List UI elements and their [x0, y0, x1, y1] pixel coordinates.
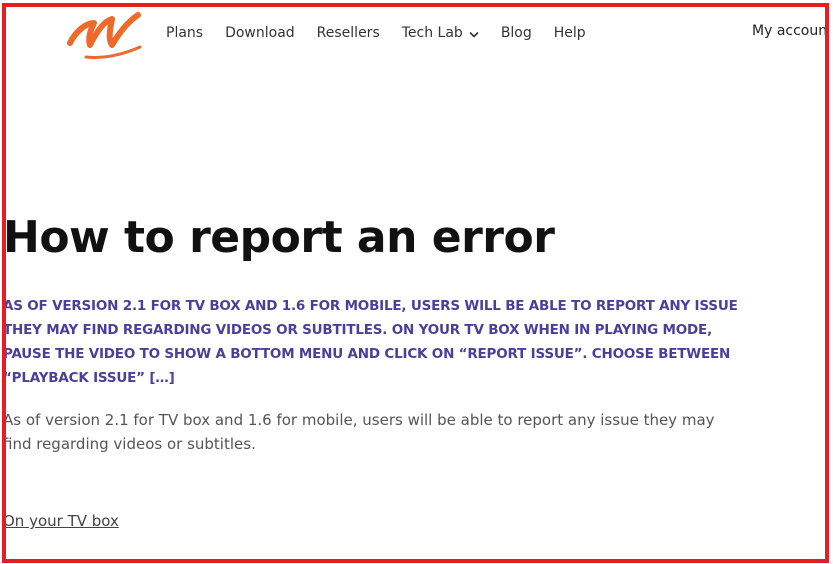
article-body: As of version 2.1 for TV box and 1.6 for…: [3, 411, 715, 453]
nav-item-tech-lab[interactable]: Tech Lab: [402, 25, 479, 41]
nav-item-label: Tech Lab: [401, 25, 463, 41]
article-excerpt[interactable]: AS OF VERSION 2.1 FOR TV BOX AND 1.6 FOR…: [6, 294, 748, 390]
page-title: How to report an error: [3, 212, 555, 263]
nav-item-label: Plans: [166, 25, 204, 41]
nav-item-label: Download: [225, 25, 295, 41]
page-frame: Plans Download Resellers Tech Lab Blog H…: [2, 3, 829, 563]
nav-item-label: Help: [553, 25, 586, 41]
nav-item-label: Blog: [500, 25, 532, 41]
nav-item-download[interactable]: Download: [225, 25, 295, 41]
nav-item-blog[interactable]: Blog: [501, 25, 532, 41]
my-account-link[interactable]: My account: [752, 23, 825, 39]
chevron-down-icon: [469, 28, 479, 38]
nav-item-resellers[interactable]: Resellers: [317, 25, 380, 41]
nav-item-help[interactable]: Help: [554, 25, 586, 41]
nav-item-label: Resellers: [316, 25, 380, 41]
nav-item-plans[interactable]: Plans: [166, 25, 203, 41]
main-nav: Plans Download Resellers Tech Lab Blog H…: [166, 25, 608, 41]
m-logo-icon[interactable]: [64, 9, 144, 65]
section-link-tv-box[interactable]: On your TV box: [6, 512, 119, 530]
